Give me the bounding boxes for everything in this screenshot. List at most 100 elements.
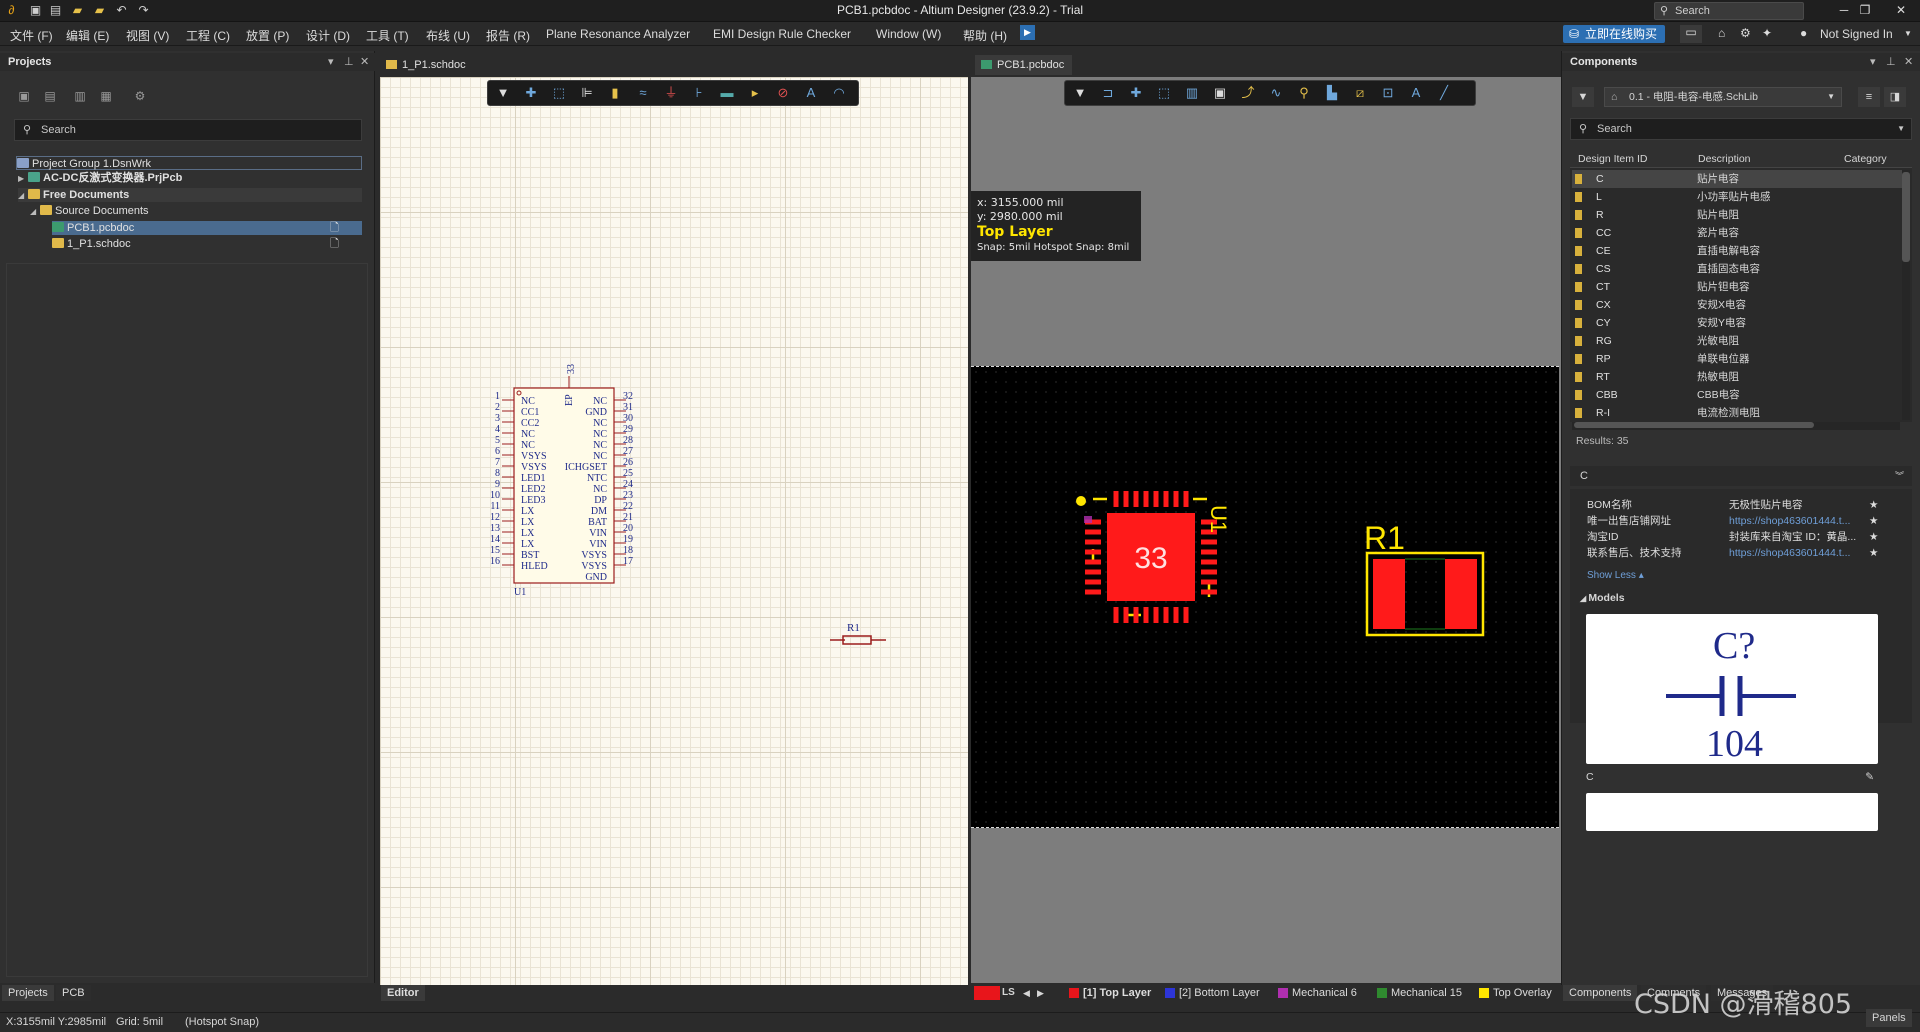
component-row[interactable]: R 贴片电阻: [1572, 206, 1902, 224]
layer-top-overlay[interactable]: Top Overlay: [1479, 986, 1552, 1000]
menu-plane-resonance[interactable]: Plane Resonance Analyzer: [546, 27, 690, 41]
pcb-board[interactable]: 33 U1 R1: [971, 366, 1559, 828]
menu-emi-drc[interactable]: EMI Design Rule Checker: [713, 27, 851, 41]
close-button[interactable]: ✕: [1882, 0, 1920, 21]
polygon-icon[interactable]: ▙: [1323, 84, 1341, 102]
interactive-route-icon[interactable]: ⤴: [1239, 84, 1257, 102]
parameter-value[interactable]: https://shop463601444.t...: [1729, 545, 1869, 561]
panel-menu-icon[interactable]: ▾: [328, 53, 334, 71]
models-section[interactable]: ◢ Models: [1580, 592, 1625, 604]
current-layer-swatch[interactable]: [974, 986, 1000, 1000]
component-row[interactable]: L 小功率贴片电感: [1572, 188, 1902, 206]
menu-help[interactable]: 帮助 (H): [963, 27, 1007, 44]
gear-icon[interactable]: ⚙: [1740, 26, 1751, 40]
menu-reports[interactable]: 报告 (R): [486, 27, 530, 44]
components-search-input[interactable]: ⚲ Search ▼: [1570, 118, 1912, 140]
redo-icon[interactable]: ↷: [136, 3, 151, 18]
tab-editor[interactable]: Editor: [381, 985, 425, 1001]
list-h-scrollbar[interactable]: [1572, 422, 1900, 430]
tab-pcb[interactable]: PCB: [56, 985, 91, 1001]
via-icon[interactable]: ⚲: [1295, 84, 1313, 102]
menu-view[interactable]: 视图 (V): [126, 27, 169, 44]
star-icon[interactable]: ★: [1869, 513, 1878, 529]
component-row[interactable]: CS 直插固态电容: [1572, 260, 1902, 278]
line-icon[interactable]: ╱: [1435, 84, 1453, 102]
paste-icon[interactable]: ▦: [98, 88, 114, 104]
route-icon[interactable]: ⊐: [1099, 84, 1117, 102]
save-project-icon[interactable]: ▣: [16, 88, 32, 104]
ic-u1-symbol[interactable]: 1 NC 2 CC1 3 CC2 4 NC 5 NC 6 VSYS 7 VSYS 8 LED1 9 LED2 10 L…: [490, 364, 633, 598]
component-icon[interactable]: ▣: [1211, 84, 1229, 102]
compile-icon[interactable]: ▤: [42, 88, 58, 104]
col-design-item-id[interactable]: Design Item ID: [1578, 150, 1647, 168]
layer-mechanical-6[interactable]: Mechanical 6: [1278, 986, 1357, 1000]
star-icon[interactable]: ★: [1869, 545, 1878, 561]
text-icon[interactable]: A: [1407, 84, 1425, 102]
tree-item-project-group[interactable]: Project Group 1.DsnWrk: [16, 156, 362, 170]
footprint-u1[interactable]: 33 U1: [1076, 491, 1231, 623]
collapse-icon[interactable]: ︾: [1895, 466, 1904, 486]
scrollbar-thumb[interactable]: [1574, 422, 1814, 428]
component-row[interactable]: RP 单联电位器: [1572, 350, 1902, 368]
menu-tools[interactable]: 工具 (T): [366, 27, 409, 44]
undo-icon[interactable]: ↶: [114, 3, 129, 18]
tab-components[interactable]: Components: [1563, 985, 1638, 1001]
layer-set-label[interactable]: LS: [1002, 986, 1015, 1000]
user-icon[interactable]: ●: [1800, 26, 1807, 40]
col-category[interactable]: Category: [1844, 150, 1887, 168]
star-icon[interactable]: ★: [1869, 529, 1878, 545]
tab-pcbdoc[interactable]: PCB1.pcbdoc: [975, 55, 1073, 75]
model-preview[interactable]: C? 104: [1586, 614, 1878, 765]
user-status[interactable]: Not Signed In: [1820, 27, 1893, 41]
buy-online-button[interactable]: ⛁ 立即在线购买: [1563, 25, 1665, 43]
edit-icon[interactable]: ✎: [1865, 771, 1874, 783]
library-select[interactable]: ⌂ 0.1 - 电阻-电容-电感.SchLib ▼: [1604, 87, 1842, 107]
footprint-preview[interactable]: [1586, 793, 1878, 831]
pin-icon[interactable]: ⊥: [344, 53, 354, 71]
component-row[interactable]: CC 瓷片电容: [1572, 224, 1902, 242]
projects-search-input[interactable]: ⚲ Search: [14, 119, 362, 141]
menu-edit[interactable]: 编辑 (E): [66, 27, 109, 44]
open-project-icon[interactable]: ▰: [92, 3, 107, 18]
scroll-left-icon[interactable]: ◀: [1023, 986, 1030, 1000]
component-row[interactable]: C 贴片电容: [1572, 170, 1902, 188]
layer-bottom[interactable]: [2] Bottom Layer: [1165, 986, 1260, 1000]
component-row[interactable]: CX 安规X电容: [1572, 296, 1902, 314]
scrollbar-thumb[interactable]: [1902, 172, 1910, 262]
tree-item-free-documents[interactable]: ◢ Free Documents: [18, 188, 362, 202]
component-row[interactable]: R-I 电流检测电阻: [1572, 404, 1902, 422]
filter-icon[interactable]: ▼: [1572, 87, 1594, 107]
save-all-icon[interactable]: ▤: [48, 3, 63, 18]
component-row[interactable]: CY 安规Y电容: [1572, 314, 1902, 332]
show-less-link[interactable]: Show Less ▴: [1587, 570, 1644, 581]
menu-project[interactable]: 工程 (C): [186, 27, 230, 44]
col-description[interactable]: Description: [1698, 150, 1751, 168]
align-icon[interactable]: ▥: [1183, 84, 1201, 102]
tree-item-source-documents[interactable]: ◢ Source Documents: [30, 204, 149, 218]
component-row[interactable]: CBB CBB电容: [1572, 386, 1902, 404]
restore-button[interactable]: ❐: [1846, 0, 1884, 21]
select-icon[interactable]: ⬚: [1155, 84, 1173, 102]
close-panel-icon[interactable]: ✕: [360, 53, 369, 71]
panels-button[interactable]: Panels: [1866, 1009, 1912, 1027]
menu-icon[interactable]: ≡: [1858, 87, 1880, 107]
pin-icon[interactable]: ⊥: [1886, 53, 1896, 71]
component-row[interactable]: RG 光敏电阻: [1572, 332, 1902, 350]
tree-item-pcb1[interactable]: PCB1.pcbdoc 🗋: [52, 221, 362, 235]
close-panel-icon[interactable]: ✕: [1904, 53, 1913, 71]
schematic-canvas[interactable]: ▼ ✚ ⬚ ⊫ ▮ ≈ ⏚ ⊦ ▬ ▸ ⊘ A ◠ 1 NC 2 CC1 3 CC2 4 NC…: [380, 77, 968, 985]
component-row[interactable]: RT 热敏电阻: [1572, 368, 1902, 386]
menu-window[interactable]: Window (W): [876, 27, 941, 41]
copy-icon[interactable]: ▥: [72, 88, 88, 104]
panel-menu-icon[interactable]: ▾: [1870, 53, 1876, 71]
open-icon[interactable]: ▰: [70, 3, 85, 18]
menu-design[interactable]: 设计 (D): [306, 27, 350, 44]
move-icon[interactable]: ✚: [1127, 84, 1145, 102]
layer-mechanical-15[interactable]: Mechanical 15: [1377, 986, 1462, 1000]
diff-pair-icon[interactable]: ∿: [1267, 84, 1285, 102]
layer-top[interactable]: [1] Top Layer: [1069, 986, 1151, 1000]
list-scrollbar[interactable]: [1902, 170, 1910, 420]
tab-projects[interactable]: Projects: [2, 985, 54, 1001]
play-icon[interactable]: ▶: [1020, 25, 1035, 40]
filter-icon[interactable]: ▼: [1071, 84, 1089, 102]
